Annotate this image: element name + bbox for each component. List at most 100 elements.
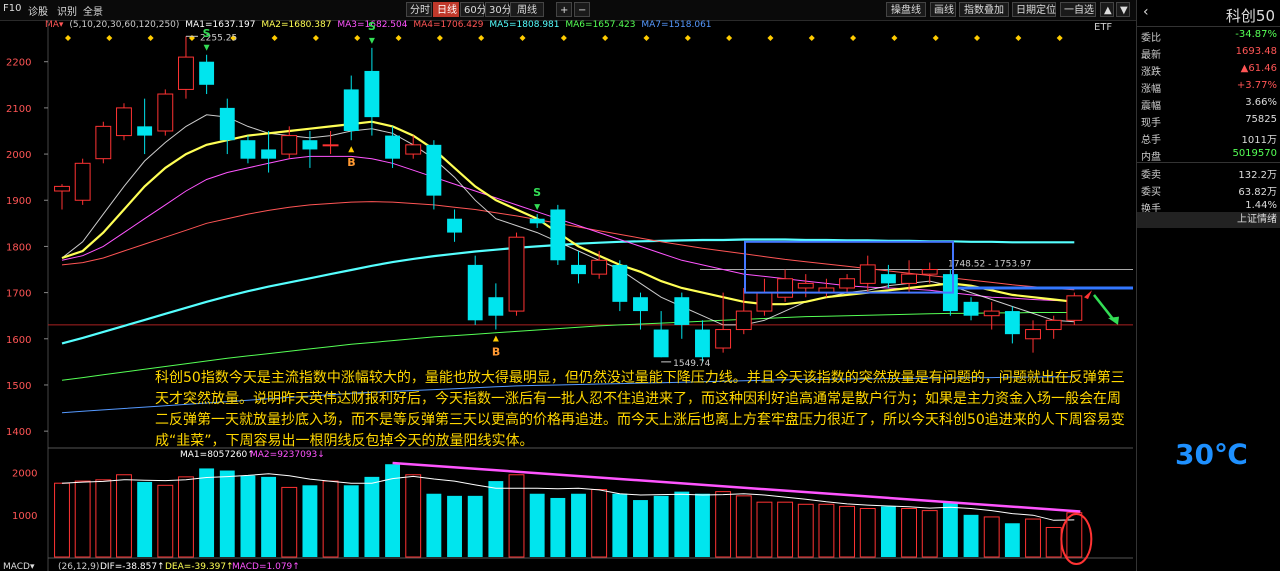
buy-signal-arrow bbox=[348, 146, 355, 153]
candle-body bbox=[777, 278, 794, 298]
signal-diamond bbox=[519, 35, 526, 41]
quote-divider bbox=[1137, 162, 1280, 163]
signal-diamond bbox=[684, 35, 691, 41]
signal-diamond bbox=[1056, 35, 1063, 41]
vol-tick-label: 2000 bbox=[12, 469, 37, 480]
strategy-line-button[interactable]: 操盘线 bbox=[886, 2, 926, 17]
kline-chart[interactable]: 1400150016001700180019002000210022002255… bbox=[0, 20, 1135, 571]
signal-diamond bbox=[1015, 35, 1022, 41]
signal-diamond bbox=[65, 35, 71, 41]
quote-key: 涨幅 bbox=[1141, 84, 1161, 95]
signal-diamond bbox=[602, 35, 609, 41]
volume-bar bbox=[591, 489, 608, 558]
index-overlay-button[interactable]: 指数叠加 bbox=[959, 2, 1009, 17]
volume-bar bbox=[447, 495, 462, 557]
y-tick-label: 1900 bbox=[6, 196, 31, 207]
volume-bar bbox=[797, 503, 814, 558]
signal-diamond bbox=[767, 35, 774, 41]
ma2-line bbox=[61, 120, 1075, 306]
tab-diagnose[interactable]: 诊股 bbox=[28, 3, 48, 18]
tab-recognize[interactable]: 识别 bbox=[57, 3, 77, 18]
candle-body bbox=[571, 264, 586, 275]
volume-bar bbox=[405, 474, 422, 558]
period-daily[interactable]: 日线 bbox=[433, 2, 459, 17]
back-icon[interactable]: ‹ bbox=[1143, 4, 1149, 20]
period-intraday[interactable]: 分时 bbox=[406, 2, 432, 17]
quote-row: 委比 -34.87% bbox=[1137, 28, 1280, 44]
watchlist-button[interactable]: 一自选 bbox=[1060, 2, 1096, 17]
y-tick-label: 1600 bbox=[6, 335, 31, 346]
volume-bar bbox=[695, 493, 710, 557]
zoom-in-button[interactable]: + bbox=[556, 2, 572, 17]
buy-signal-label: B bbox=[492, 346, 500, 359]
volume-bar bbox=[963, 514, 979, 557]
quote-key: 震幅 bbox=[1141, 101, 1161, 112]
volume-bar bbox=[880, 506, 896, 557]
draw-line-button[interactable]: 画线 bbox=[930, 2, 956, 17]
sell-signal-arrow bbox=[203, 44, 210, 51]
sell-signal-arrow bbox=[534, 204, 541, 211]
candle-body bbox=[137, 126, 153, 136]
candle-body bbox=[219, 107, 235, 141]
candle-body bbox=[612, 264, 628, 302]
volume-bar bbox=[240, 475, 256, 557]
signal-diamond bbox=[850, 35, 857, 41]
macd-dif: DIF=-38.857↑ bbox=[100, 562, 165, 571]
next-arrow-icon[interactable]: ▼ bbox=[1116, 2, 1130, 17]
tab-panorama[interactable]: 全景 bbox=[83, 3, 103, 18]
sentiment-footer[interactable]: 上证情绪 bbox=[1137, 212, 1280, 228]
y-tick-label: 2100 bbox=[6, 104, 31, 115]
volume-bar bbox=[343, 485, 359, 557]
candle-body bbox=[157, 93, 174, 132]
volume-bar bbox=[1004, 523, 1020, 557]
volume-bar bbox=[756, 501, 773, 558]
annotation-text: 科创50指数今天是主流指数中涨幅较大的，量能也放大得最明显，但仍然没过量能下降压… bbox=[155, 370, 1125, 449]
volume-bar bbox=[95, 479, 112, 558]
candle-body bbox=[901, 273, 917, 284]
up-arrow-head bbox=[1084, 290, 1092, 300]
signal-diamond bbox=[312, 35, 319, 41]
range-price-label: 1748.52 - 1753.97 bbox=[948, 260, 1031, 270]
sell-signal-label: S bbox=[533, 186, 541, 199]
candle-body bbox=[880, 274, 896, 284]
zoom-out-button[interactable]: − bbox=[574, 2, 590, 17]
quote-value: 63.82万 bbox=[1238, 187, 1277, 198]
buy-signal-label: B bbox=[347, 156, 355, 169]
signal-diamond bbox=[974, 35, 981, 41]
top-toolbar: F10 诊股 识别 全景 分时 日线 60分 30分 周线 + − 操盘线 画线… bbox=[0, 0, 1280, 21]
period-60min[interactable]: 60分 bbox=[460, 2, 487, 17]
quote-row: 委卖 132.2万 bbox=[1137, 165, 1280, 181]
tab-f10[interactable]: F10 bbox=[3, 3, 21, 14]
volume-bar bbox=[261, 476, 277, 557]
quote-value: 3.66% bbox=[1245, 97, 1277, 108]
candle-body bbox=[983, 310, 1000, 317]
candle-body bbox=[695, 329, 710, 358]
prev-arrow-icon[interactable]: ▲ bbox=[1100, 2, 1114, 17]
period-weekly[interactable]: 周线 bbox=[510, 2, 544, 17]
signal-diamond bbox=[891, 35, 898, 41]
volume-bar bbox=[839, 505, 856, 558]
quote-value: 5019570 bbox=[1232, 148, 1277, 159]
candle-body bbox=[302, 140, 318, 150]
quote-key: 最新 bbox=[1141, 50, 1161, 61]
down-arrow bbox=[1093, 294, 1115, 322]
candle-body bbox=[488, 297, 504, 316]
quote-panel: ‹ 科创50 委比 -34.87% 最新 1693.48 涨跌 ▲61.46 涨幅 +3.77… bbox=[1136, 0, 1280, 571]
signal-diamond bbox=[643, 35, 650, 41]
signal-diamond bbox=[271, 35, 278, 41]
date-locate-button[interactable]: 日期定位 bbox=[1012, 2, 1056, 17]
quote-key: 内盘 bbox=[1141, 152, 1161, 163]
candle-body bbox=[529, 218, 545, 224]
buy-signal-arrow bbox=[492, 335, 499, 342]
volume-bar bbox=[901, 508, 917, 558]
y-tick-label: 2000 bbox=[6, 150, 31, 161]
y-tick-label: 2200 bbox=[6, 58, 31, 69]
vol-tick-label: 1000 bbox=[12, 511, 37, 522]
quote-title-bar: ‹ 科创50 bbox=[1137, 2, 1280, 27]
period-30min[interactable]: 30分 bbox=[485, 2, 512, 17]
volume-bar bbox=[199, 468, 215, 557]
candle-body bbox=[116, 107, 132, 137]
candle-body bbox=[797, 282, 814, 289]
candle-body bbox=[653, 329, 669, 358]
quote-row: 委买 63.82万 bbox=[1137, 182, 1280, 198]
